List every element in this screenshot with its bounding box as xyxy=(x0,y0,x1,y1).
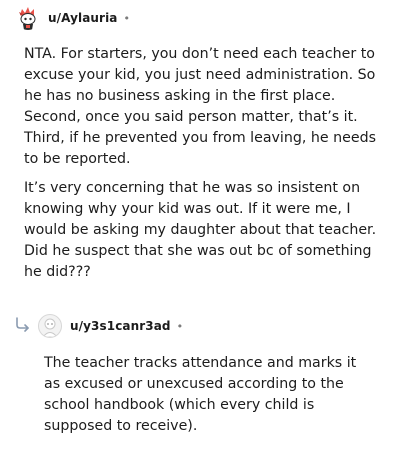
comment-header: u/Aylauria • xyxy=(16,2,130,34)
username[interactable]: u/y3s1canr3ad xyxy=(70,319,171,333)
comment-paragraph: The teacher tracks attendance and marks … xyxy=(44,355,357,434)
comment-header: u/y3s1canr3ad • xyxy=(38,310,183,342)
comment-paragraph: It’s very concerning that he was so insi… xyxy=(24,180,377,280)
snoo-avatar-icon[interactable] xyxy=(16,6,40,30)
comment-body: The teacher tracks attendance and marks … xyxy=(44,353,364,445)
separator-dot: • xyxy=(123,11,131,25)
reply-arrow-icon xyxy=(16,317,29,332)
comment-body: NTA. For starters, you don’t need each t… xyxy=(24,44,384,291)
comment-paragraph: NTA. For starters, you don’t need each t… xyxy=(24,46,376,167)
separator-dot: • xyxy=(176,319,184,333)
default-avatar-icon[interactable] xyxy=(38,314,62,338)
username[interactable]: u/Aylauria xyxy=(48,11,118,25)
